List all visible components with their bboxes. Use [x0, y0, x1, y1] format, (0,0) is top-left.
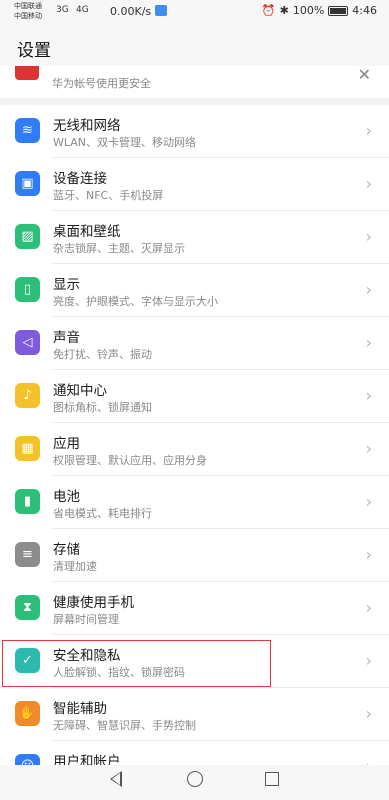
shield-icon: ✓	[15, 648, 40, 673]
settings-item[interactable]: ✋ 智能辅助无障碍、智慧识屏、手势控制 ›	[0, 688, 389, 741]
settings-item[interactable]: ⧗ 健康使用手机 屏幕时间管理 ›	[0, 582, 389, 635]
settings-item[interactable]: ♪ 通知中心图标角标、锁屏通知 ›	[0, 370, 389, 423]
chevron-right-icon: ›	[365, 439, 372, 458]
settings-item-label: 智能辅助	[53, 701, 107, 717]
bluetooth-icon: ✱	[279, 4, 289, 17]
signal-2: 4G	[76, 5, 89, 15]
hand-icon: ✋	[15, 701, 40, 726]
status-right: ⏰ ✱ 100% 4:46	[262, 4, 377, 17]
clock: 4:46	[352, 4, 377, 17]
settings-item[interactable]: ▦ 应用权限管理、默认应用、应用分身 ›	[0, 423, 389, 476]
settings-item-subtitle: 蓝牙、NFC、手机投屏	[53, 189, 164, 202]
chevron-right-icon: ›	[365, 227, 372, 246]
wifi-icon: ≋	[15, 118, 40, 143]
settings-item-label: 通知中心	[53, 383, 107, 399]
storage-icon: ≡	[15, 542, 40, 567]
settings-item[interactable]: ☺ 用户和帐户 ›	[0, 741, 389, 765]
settings-item-subtitle: 亮度、护眼模式、字体与显示大小	[53, 295, 218, 308]
carrier-2: 中国移动	[14, 12, 42, 20]
battery-percent: 100%	[292, 4, 325, 17]
settings-item-label: 健康使用手机	[53, 595, 134, 611]
settings-item-label: 无线和网络	[53, 118, 121, 134]
settings-item-subtitle: 图标角标、锁屏通知	[53, 401, 152, 414]
settings-item-subtitle: 权限管理、默认应用、应用分身	[53, 454, 207, 467]
network-speed: 0.00K/s	[110, 5, 152, 18]
signal-1: 3G	[56, 5, 69, 15]
user-icon: ☺	[15, 754, 40, 765]
recents-button[interactable]	[265, 772, 279, 786]
hourglass-icon: ⧗	[15, 595, 40, 620]
settings-item-label: 安全和隐私	[53, 648, 121, 664]
image-notification-icon	[155, 5, 167, 16]
settings-item[interactable]: ≋ 无线和网络 WLAN、双卡管理、移动网络 ›	[0, 105, 389, 158]
settings-item-subtitle: 无障碍、智慧识屏、手势控制	[53, 719, 196, 732]
settings-item[interactable]: ▯ 显示亮度、护眼模式、字体与显示大小 ›	[0, 264, 389, 317]
settings-item[interactable]: ▨ 桌面和壁纸杂志锁屏、主题、灭屏显示 ›	[0, 211, 389, 264]
settings-item-subtitle: 人脸解锁、指纹、锁屏密码	[53, 666, 185, 679]
chevron-right-icon: ›	[365, 280, 372, 299]
settings-item-subtitle: 屏幕时间管理	[53, 613, 119, 626]
chevron-right-icon: ›	[365, 651, 372, 670]
settings-item[interactable]: ◁ 声音免打扰、铃声、振动 ›	[0, 317, 389, 370]
chevron-right-icon: ›	[365, 545, 372, 564]
settings-item-subtitle: WLAN、双卡管理、移动网络	[53, 136, 197, 149]
status-bar: 中国联通 中国移动 3G 4G 0.00K/s ⏰ ✱ 100% 4:46	[0, 0, 389, 24]
sound-icon: ◁	[15, 330, 40, 355]
settings-item-subtitle: 免打扰、铃声、振动	[53, 348, 152, 361]
chevron-right-icon: ›	[365, 492, 372, 511]
huawei-account-card[interactable]: 华为帐号使用更安全 ✕	[0, 66, 389, 98]
settings-list: ≋ 无线和网络 WLAN、双卡管理、移动网络 › ▣ 设备连接蓝牙、NFC、手机投屏 › ▨ 桌…	[0, 105, 389, 765]
navigation-bar	[0, 765, 389, 800]
settings-item-subtitle: 杂志锁屏、主题、灭屏显示	[53, 242, 185, 255]
bell-icon: ♪	[15, 383, 40, 408]
title-bar: 设置	[0, 24, 389, 66]
settings-item-label: 存储	[53, 542, 80, 558]
back-button[interactable]	[110, 771, 122, 787]
device-connect-icon: ▣	[15, 171, 40, 196]
wallpaper-icon: ▨	[15, 224, 40, 249]
settings-item-subtitle: 省电模式、耗电排行	[53, 507, 152, 520]
settings-item-label: 用户和帐户	[53, 754, 121, 765]
settings-item[interactable]: ▮ 电池省电模式、耗电排行 ›	[0, 476, 389, 529]
settings-item-label: 设备连接	[53, 171, 107, 187]
settings-item[interactable]: ≡ 存储清理加速 ›	[0, 529, 389, 582]
settings-item[interactable]: ▣ 设备连接蓝牙、NFC、手机投屏 ›	[0, 158, 389, 211]
settings-item-label: 显示	[53, 277, 80, 293]
home-button[interactable]	[187, 771, 203, 787]
settings-item-label: 电池	[53, 489, 80, 505]
chevron-right-icon: ›	[365, 121, 372, 140]
chevron-right-icon: ›	[365, 598, 372, 617]
settings-item-label: 声音	[53, 330, 80, 346]
chevron-right-icon: ›	[365, 174, 372, 193]
battery-icon	[328, 5, 349, 16]
huawei-logo-icon	[15, 66, 39, 80]
settings-item-subtitle: 清理加速	[53, 560, 97, 573]
settings-item-label: 应用	[53, 436, 80, 452]
chevron-right-icon: ›	[365, 386, 372, 405]
page-title: 设置	[17, 41, 51, 61]
carrier-1: 中国联通	[14, 2, 42, 10]
account-subtitle: 华为帐号使用更安全	[52, 77, 151, 90]
display-icon: ▯	[15, 277, 40, 302]
chevron-right-icon: ›	[365, 704, 372, 723]
settings-item[interactable]: ✓ 安全和隐私人脸解锁、指纹、锁屏密码 ›	[0, 635, 389, 688]
carrier-names: 中国联通 中国移动	[14, 1, 42, 21]
alarm-icon: ⏰	[261, 4, 276, 17]
apps-icon: ▦	[15, 436, 40, 461]
battery-icon: ▮	[15, 489, 40, 514]
chevron-right-icon: ›	[366, 757, 372, 765]
chevron-right-icon: ›	[365, 333, 372, 352]
settings-item-label: 桌面和壁纸	[53, 224, 121, 240]
close-icon[interactable]: ✕	[358, 66, 371, 84]
